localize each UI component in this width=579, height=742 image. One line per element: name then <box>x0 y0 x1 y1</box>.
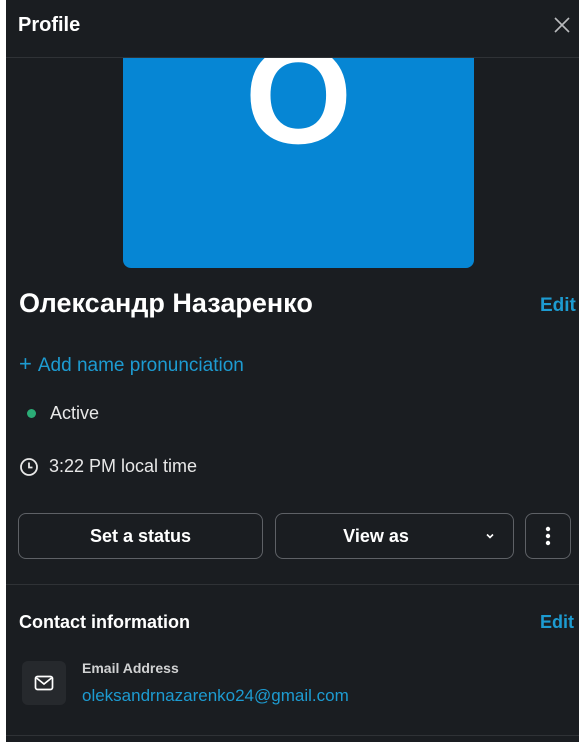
view-as-dropdown[interactable]: View as <box>275 513 514 559</box>
presence-status: Active <box>19 403 99 424</box>
close-icon[interactable] <box>551 14 573 36</box>
clock-icon <box>20 458 38 477</box>
local-time-label: 3:22 PM local time <box>49 456 198 476</box>
add-pronunciation-link[interactable]: + Add name pronunciation <box>19 351 244 377</box>
set-status-button[interactable]: Set a status <box>18 513 263 559</box>
set-status-label: Set a status <box>89 525 192 546</box>
edit-contact-link[interactable]: Edit <box>540 612 574 633</box>
email-label: Email Address <box>82 660 179 676</box>
vertical-ellipsis-icon <box>545 526 551 546</box>
email-icon-box <box>22 661 66 705</box>
panel-header: Profile <box>6 0 579 58</box>
plus-icon: + <box>19 351 32 376</box>
avatar[interactable]: O <box>123 58 474 268</box>
avatar-initial: O <box>244 58 353 173</box>
panel-title: Profile <box>18 14 81 36</box>
section-divider <box>6 584 579 585</box>
contact-section-title: Contact information <box>19 612 190 632</box>
add-pronunciation-label: Add name pronunciation <box>37 355 244 376</box>
presence-status-label: Active <box>50 403 100 423</box>
edit-profile-link[interactable]: Edit <box>540 295 576 317</box>
view-as-label: View as <box>343 526 409 546</box>
chevron-down-icon <box>486 533 494 539</box>
more-actions-button[interactable] <box>525 513 571 559</box>
envelope-icon <box>34 675 54 691</box>
bottom-divider <box>6 735 579 736</box>
profile-name: Олександр Назаренко <box>19 288 313 318</box>
email-link[interactable]: oleksandrnazarenko24@gmail.com <box>82 686 349 706</box>
profile-panel: Profile O Олександр Назаренко Edit + Add … <box>6 0 579 742</box>
active-status-dot-icon <box>27 408 36 418</box>
local-time: 3:22 PM local time <box>19 456 197 477</box>
